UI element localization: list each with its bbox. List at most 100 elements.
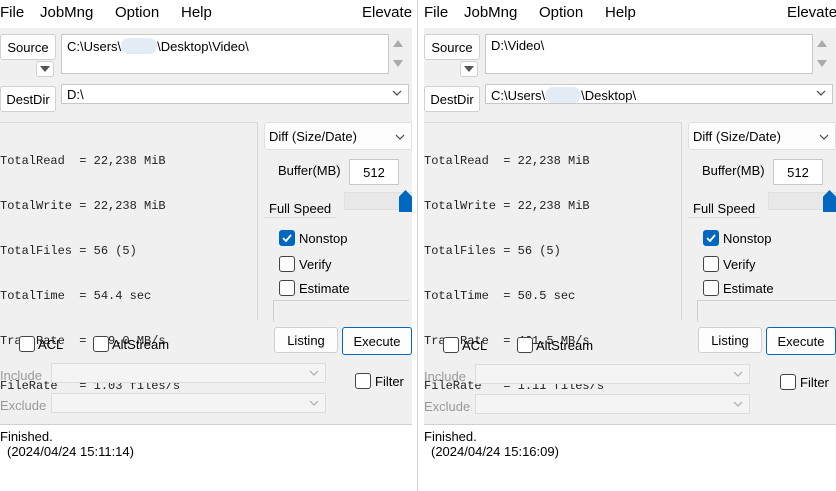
destdir-button[interactable]: DestDir xyxy=(424,86,480,112)
chevron-down-icon[interactable] xyxy=(392,88,402,98)
exclude-label: Exclude xyxy=(424,399,471,414)
buffer-label: Buffer(MB) xyxy=(702,163,765,178)
menu-file[interactable]: File xyxy=(424,4,448,21)
copy-mode-select[interactable]: Diff (Size/Date) xyxy=(264,122,412,150)
menu-elevate[interactable]: Elevate xyxy=(787,4,836,21)
source-button[interactable]: Source xyxy=(0,34,56,60)
menu-help[interactable]: Help xyxy=(605,4,636,21)
execute-button[interactable]: Execute xyxy=(342,327,412,355)
buffer-input[interactable]: 512 xyxy=(349,159,399,185)
acl-checkbox[interactable] xyxy=(443,337,459,353)
destdir-path-prefix: D:\ xyxy=(67,87,84,102)
menu-file[interactable]: File xyxy=(0,4,24,21)
source-path-suffix: \Desktop\Video\ xyxy=(157,39,249,54)
source-history-dropdown[interactable] xyxy=(460,61,478,77)
execute-button-label: Execute xyxy=(777,333,825,349)
listing-button[interactable]: Listing xyxy=(698,327,762,353)
listing-button-label: Listing xyxy=(711,332,749,348)
nonstop-checkbox[interactable] xyxy=(703,230,719,246)
chevron-down-icon[interactable] xyxy=(816,88,826,98)
triangle-down-icon[interactable] xyxy=(817,60,827,67)
acl-label: ACL xyxy=(38,337,64,352)
verify-checkbox[interactable] xyxy=(703,256,719,272)
destdir-button[interactable]: DestDir xyxy=(0,86,56,112)
chevron-down-icon xyxy=(309,370,319,376)
fastcopy-window-left: File JobMng Option Help Elevate Source C… xyxy=(0,0,412,491)
progress-area xyxy=(697,300,836,322)
altstream-checkbox[interactable] xyxy=(517,337,533,353)
listing-button[interactable]: Listing xyxy=(274,327,338,353)
source-button-label: Source xyxy=(431,39,473,55)
listing-button-label: Listing xyxy=(287,332,325,348)
status-box: Finished. (2024/04/24 15:16:09) xyxy=(424,424,836,491)
stat-total-write: TotalWrite = 22,238 MiB xyxy=(0,199,166,213)
exclude-combo[interactable] xyxy=(475,394,750,414)
window-divider xyxy=(412,0,424,491)
triangle-up-icon[interactable] xyxy=(393,40,403,47)
destdir-path-suffix: \Desktop\ xyxy=(581,88,637,103)
destdir-button-label: DestDir xyxy=(6,91,50,107)
destdir-path-field[interactable]: C:\Users\ \Desktop\ xyxy=(485,84,833,104)
buffer-value: 512 xyxy=(363,165,385,180)
triangle-down-icon xyxy=(464,66,474,72)
copy-mode-value: Diff (Size/Date) xyxy=(269,128,357,144)
execute-button[interactable]: Execute xyxy=(766,327,836,355)
buffer-input[interactable]: 512 xyxy=(773,159,823,185)
redacted-username xyxy=(545,87,582,103)
source-path-text: D:\Video\ xyxy=(491,38,544,53)
menu-option[interactable]: Option xyxy=(115,4,159,21)
speed-label: Full Speed xyxy=(264,198,336,218)
menu-elevate[interactable]: Elevate xyxy=(362,4,412,21)
exclude-label: Exclude xyxy=(0,398,47,413)
progress-area xyxy=(273,300,409,322)
verify-label: Verify xyxy=(723,257,756,272)
menu-jobmng[interactable]: JobMng xyxy=(40,4,93,21)
copy-mode-select[interactable]: Diff (Size/Date) xyxy=(688,122,836,150)
acl-checkbox[interactable] xyxy=(19,336,35,352)
chevron-down-icon xyxy=(733,401,743,407)
include-combo[interactable] xyxy=(475,364,750,384)
verify-checkbox[interactable] xyxy=(279,256,295,272)
filter-checkbox[interactable] xyxy=(780,374,796,390)
menu-option[interactable]: Option xyxy=(539,4,583,21)
buffer-label: Buffer(MB) xyxy=(278,163,341,178)
speed-label: Full Speed xyxy=(688,198,760,218)
status-line-2: (2024/04/24 15:16:09) xyxy=(431,444,559,459)
destdir-path-prefix: C:\Users\ xyxy=(491,88,546,103)
include-label: Include xyxy=(0,368,42,383)
include-combo[interactable] xyxy=(51,363,326,383)
chevron-down-icon xyxy=(733,371,743,377)
buffer-value: 512 xyxy=(787,165,809,180)
verify-label: Verify xyxy=(299,257,332,272)
filter-label: Filter xyxy=(375,374,404,389)
triangle-down-icon[interactable] xyxy=(393,60,403,67)
estimate-label: Estimate xyxy=(299,281,350,296)
filter-checkbox[interactable] xyxy=(355,373,371,389)
nonstop-label: Nonstop xyxy=(299,231,348,246)
stat-total-read: TotalRead = 22,238 MiB xyxy=(0,154,166,168)
acl-label: ACL xyxy=(462,338,488,353)
chevron-down-icon xyxy=(309,400,319,406)
estimate-label: Estimate xyxy=(723,281,774,296)
estimate-checkbox[interactable] xyxy=(703,280,719,296)
triangle-down-icon xyxy=(40,66,50,72)
stat-total-files: TotalFiles = 56 (5) xyxy=(0,244,137,258)
triangle-up-icon[interactable] xyxy=(817,40,827,47)
source-path-prefix: C:\Users\ xyxy=(67,39,122,54)
source-history-dropdown[interactable] xyxy=(36,61,54,77)
exclude-combo[interactable] xyxy=(51,393,326,413)
source-path-field[interactable]: D:\Video\ xyxy=(485,34,813,74)
execute-button-label: Execute xyxy=(353,333,401,349)
include-label: Include xyxy=(424,369,466,384)
altstream-label: AltStream xyxy=(112,337,170,352)
estimate-checkbox[interactable] xyxy=(279,280,295,296)
destdir-path-field[interactable]: D:\ xyxy=(61,84,409,104)
altstream-checkbox[interactable] xyxy=(93,336,109,352)
menu-bar: File JobMng Option Help Elevate xyxy=(0,0,412,28)
source-button[interactable]: Source xyxy=(424,34,480,60)
menu-jobmng[interactable]: JobMng xyxy=(464,4,517,21)
nonstop-checkbox[interactable] xyxy=(279,230,295,246)
destdir-path-text: D:\ xyxy=(67,87,84,102)
menu-help[interactable]: Help xyxy=(181,4,212,21)
source-path-field[interactable]: C:\Users\ \Desktop\Video\ xyxy=(61,34,389,74)
